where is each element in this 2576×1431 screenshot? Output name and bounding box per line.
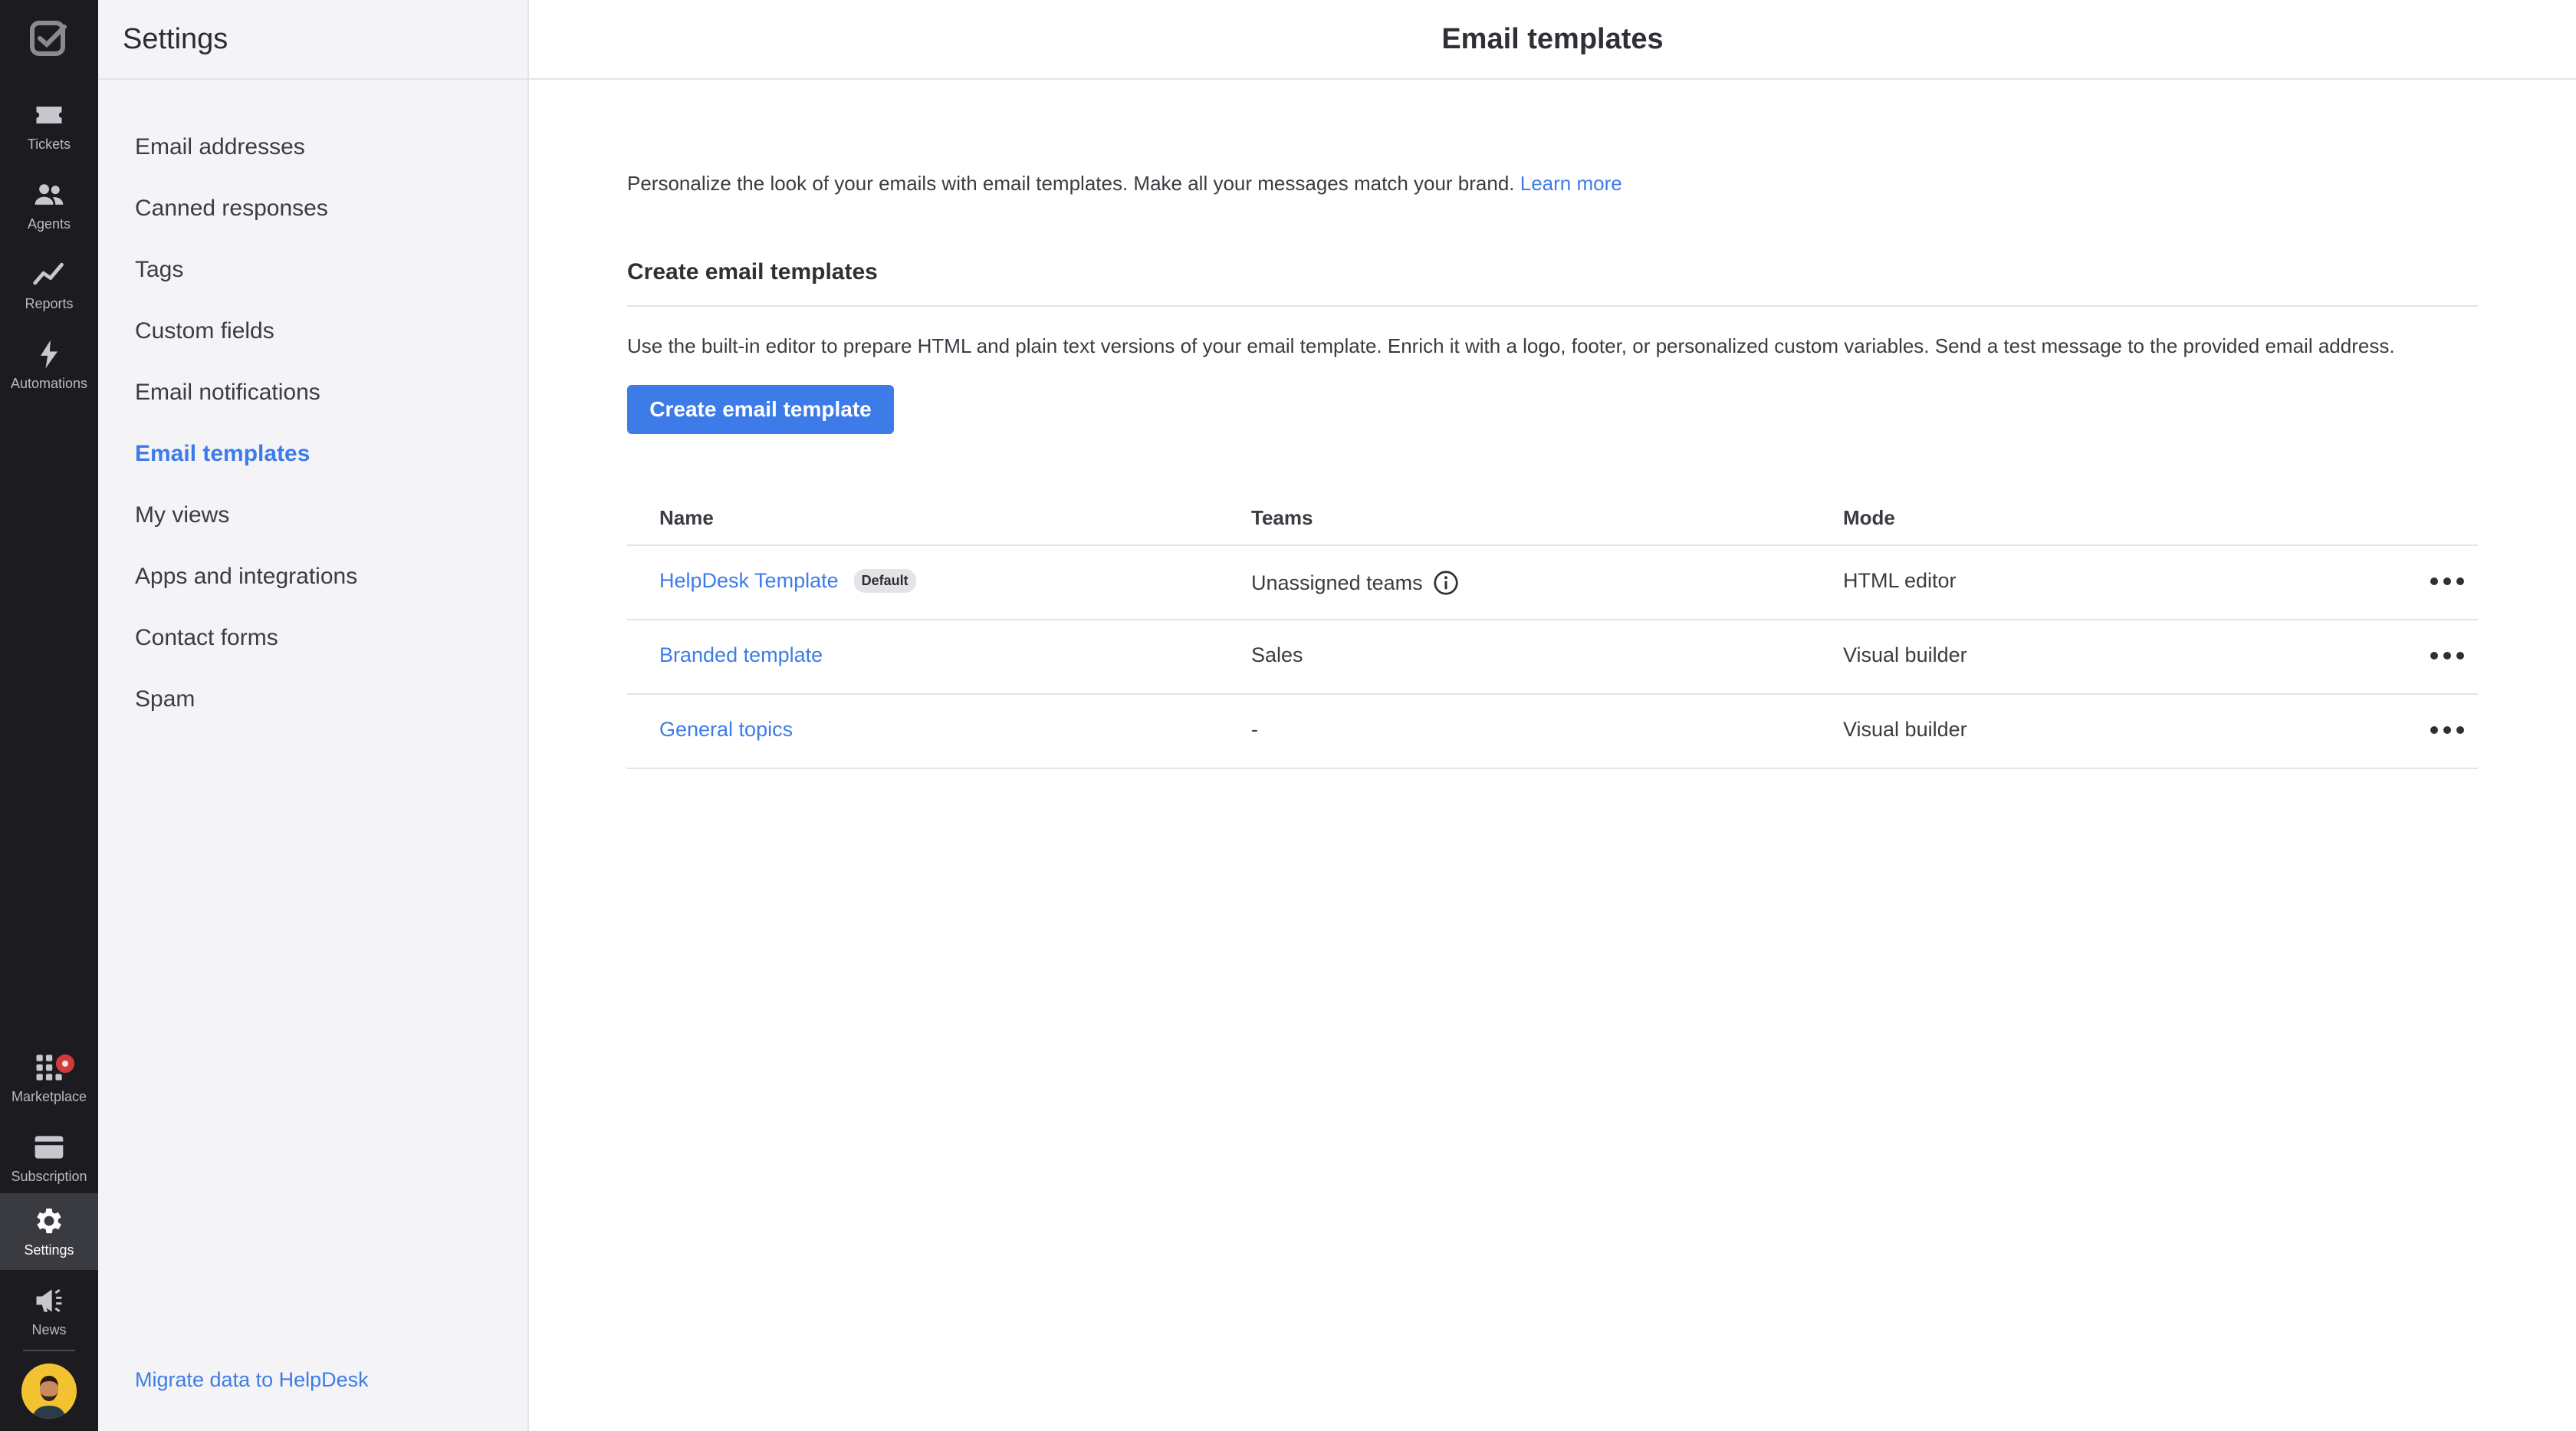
sidebar-header: Settings — [98, 0, 527, 80]
settings-nav: Email addresses Canned responses Tags Cu… — [135, 129, 357, 742]
sidebar-item-my-views[interactable]: My views — [135, 497, 357, 558]
sidebar-item-email-notifications[interactable]: Email notifications — [135, 374, 357, 436]
rail-item-agents[interactable]: Agents — [0, 167, 98, 244]
default-badge: Default — [853, 569, 916, 593]
notification-badge — [54, 1052, 77, 1075]
sidebar-item-apps-and-integrations[interactable]: Apps and integrations — [135, 558, 357, 620]
sidebar-title: Settings — [123, 22, 228, 55]
section-title: Create email templates — [627, 259, 878, 285]
rail-item-tickets[interactable]: Tickets — [0, 87, 98, 164]
helpdesk-logo-icon[interactable] — [29, 20, 69, 60]
sidebar-item-contact-forms[interactable]: Contact forms — [135, 620, 357, 681]
reports-icon — [33, 262, 64, 285]
rail-item-label: Marketplace — [11, 1089, 87, 1104]
rail-item-automations[interactable]: Automations — [0, 327, 98, 403]
templates-table: Name Teams Mode HelpDesk Template Defaul… — [627, 489, 2478, 769]
more-actions-icon[interactable] — [2430, 640, 2464, 671]
template-name-cell: Branded template — [659, 643, 823, 667]
rail-item-label: Reports — [25, 296, 74, 311]
tickets-icon — [36, 107, 62, 123]
migrate-data-link[interactable]: Migrate data to HelpDesk — [135, 1368, 369, 1392]
rail-item-label: Automations — [10, 376, 88, 391]
column-header-mode: Mode — [1843, 506, 1895, 529]
sidebar-item-custom-fields[interactable]: Custom fields — [135, 313, 357, 374]
section-divider — [627, 305, 2478, 307]
info-icon[interactable] — [1432, 569, 1460, 597]
table-row: Branded template Sales Visual builder — [627, 620, 2478, 695]
subscription-icon — [34, 1136, 64, 1159]
rail-item-marketplace[interactable]: Marketplace — [0, 1040, 98, 1117]
table-row: HelpDesk Template Default Unassigned tea… — [627, 546, 2478, 620]
template-teams: - — [1251, 718, 1258, 741]
more-actions-icon[interactable] — [2430, 566, 2464, 597]
settings-sidebar: Settings Email addresses Canned response… — [98, 0, 529, 1431]
template-name-cell: General topics — [659, 718, 793, 742]
template-name-cell: HelpDesk Template Default — [659, 569, 916, 593]
column-header-name: Name — [659, 506, 714, 529]
sidebar-item-tags[interactable]: Tags — [135, 252, 357, 313]
template-teams-cell: Unassigned teams — [1251, 569, 1460, 597]
agents-icon — [34, 184, 64, 205]
rail-item-subscription[interactable]: Subscription — [0, 1120, 98, 1196]
template-name-link[interactable]: General topics — [659, 718, 793, 742]
app-rail: Tickets Agents Reports Automations Marke… — [0, 0, 98, 1431]
template-name-link[interactable]: Branded template — [659, 643, 823, 667]
more-actions-icon[interactable] — [2430, 715, 2464, 745]
page-header: Email templates — [529, 0, 2576, 80]
sidebar-item-email-addresses[interactable]: Email addresses — [135, 129, 357, 190]
table-row: General topics - Visual builder — [627, 695, 2478, 769]
template-mode: HTML editor — [1843, 569, 1957, 592]
gear-icon — [37, 1208, 61, 1234]
rail-item-reports[interactable]: Reports — [0, 247, 98, 324]
sidebar-item-email-templates[interactable]: Email templates — [135, 436, 357, 497]
intro-description: Personalize the look of your emails with… — [627, 172, 1515, 195]
template-name-link[interactable]: HelpDesk Template — [659, 569, 839, 593]
main-content: Email templates Personalize the look of … — [529, 0, 2576, 1431]
table-header: Name Teams Mode — [627, 489, 2478, 546]
template-teams: Sales — [1251, 643, 1303, 666]
rail-item-label: Subscription — [11, 1169, 87, 1184]
sidebar-item-spam[interactable]: Spam — [135, 681, 357, 742]
rail-divider — [23, 1350, 75, 1351]
rail-item-news[interactable]: News — [0, 1273, 98, 1350]
avatar[interactable] — [21, 1364, 77, 1419]
page-title: Email templates — [1441, 22, 1664, 55]
column-header-teams: Teams — [1251, 506, 1313, 529]
user-avatar-icon — [21, 1364, 77, 1419]
learn-more-link[interactable]: Learn more — [1520, 172, 1622, 195]
rail-item-label: Tickets — [27, 137, 71, 152]
rail-item-label: Agents — [27, 216, 71, 232]
intro-text: Personalize the look of your emails with… — [627, 172, 1622, 196]
megaphone-icon — [36, 1289, 62, 1312]
template-mode: Visual builder — [1843, 718, 1967, 741]
automations-icon — [41, 340, 58, 369]
sidebar-item-canned-responses[interactable]: Canned responses — [135, 190, 357, 252]
section-description: Use the built-in editor to prepare HTML … — [627, 334, 2395, 357]
template-teams: Unassigned teams — [1251, 571, 1423, 594]
rail-item-settings[interactable]: Settings — [0, 1193, 98, 1270]
rail-item-label: Settings — [24, 1242, 74, 1258]
template-mode: Visual builder — [1843, 643, 1967, 666]
create-email-template-button[interactable]: Create email template — [627, 385, 894, 434]
rail-item-label: News — [31, 1322, 67, 1337]
